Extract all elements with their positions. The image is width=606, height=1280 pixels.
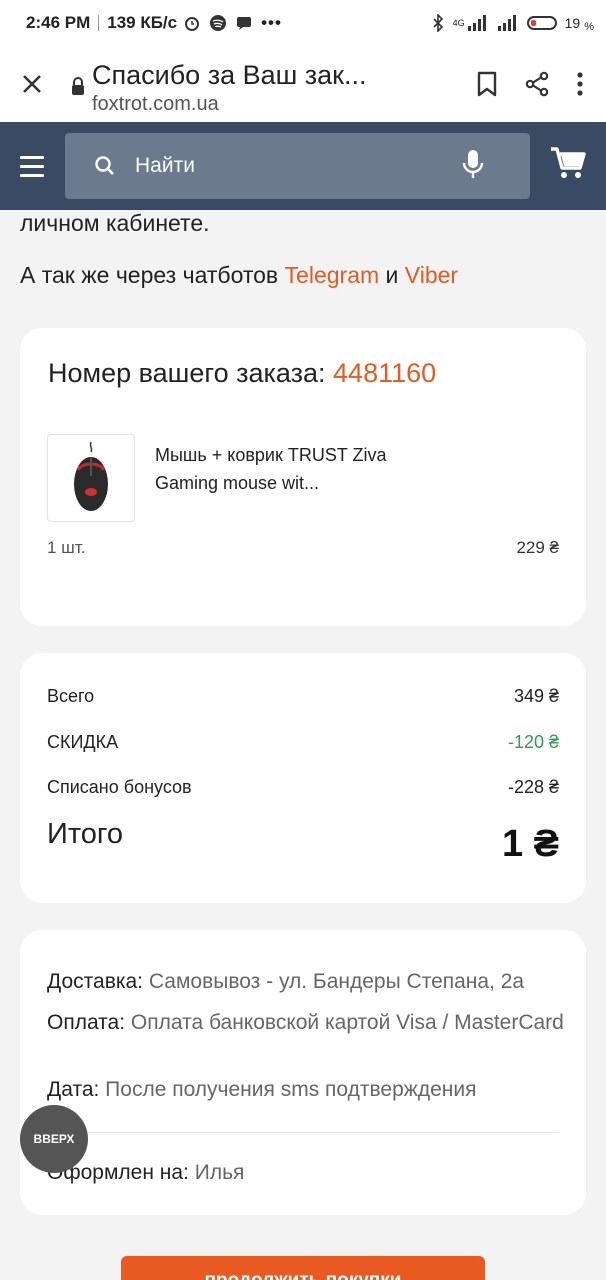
continue-shopping-button[interactable]: продолжить покупки xyxy=(121,1256,485,1280)
alarm-icon xyxy=(185,17,200,31)
bluetooth-icon xyxy=(433,14,443,32)
search-icon xyxy=(65,155,145,177)
scroll-top-button[interactable]: ВВЕРХ xyxy=(20,1105,88,1173)
status-bar: 2:46 PM 139 КБ/с ••• 4G 19 % xyxy=(0,0,606,46)
product-name[interactable]: Мышь + коврик TRUST Ziva Gaming mouse wi… xyxy=(155,441,415,497)
status-notification-icons: ••• xyxy=(183,13,282,33)
lock-icon xyxy=(64,58,92,96)
order-details-card: Доставка: Самовывоз - ул. Бандеры Степан… xyxy=(20,930,586,1215)
close-tab-button[interactable] xyxy=(0,46,64,122)
viber-link[interactable]: Viber xyxy=(405,262,458,288)
order-card: Номер вашего заказа: 4481160 Мышь + ковр… xyxy=(20,328,586,626)
grand-total-value: 1 ₴ xyxy=(501,823,559,865)
search-bar[interactable] xyxy=(65,133,530,199)
browser-url: foxtrot.com.ua xyxy=(92,93,219,115)
signal-icon-2 xyxy=(497,15,516,31)
menu-icon xyxy=(20,155,44,159)
payment-info: Оплата: Оплата банковской картой Visa / … xyxy=(47,1011,564,1034)
network-type: 4G xyxy=(452,18,465,28)
product-quantity: 1 шт. xyxy=(47,538,86,557)
battery-level: 19 xyxy=(564,15,581,31)
summary-row-total: Всего 349 ₴ xyxy=(47,686,559,706)
date-info: Дата: После получения sms подтверждения xyxy=(47,1078,477,1101)
intro-text: личном кабинете. А так же через чатботов… xyxy=(20,206,590,292)
summary-row-discount: СКИДКА -120 ₴ xyxy=(47,732,559,752)
status-speed: 139 КБ/с xyxy=(107,13,178,32)
site-header xyxy=(0,122,606,210)
status-right: 4G 19 % xyxy=(431,13,594,33)
intro-line-1: личном кабинете. xyxy=(20,210,210,236)
delivery-info: Доставка: Самовывоз - ул. Бандеры Степан… xyxy=(47,970,525,993)
share-icon[interactable] xyxy=(524,71,550,97)
message-icon xyxy=(237,17,252,30)
telegram-link[interactable]: Telegram xyxy=(285,262,380,288)
close-icon xyxy=(23,75,41,93)
order-number: 4481160 xyxy=(333,358,437,388)
status-left: 2:46 PM 139 КБ/с xyxy=(26,13,177,33)
menu-button[interactable] xyxy=(0,122,64,210)
status-time: 2:46 PM xyxy=(26,13,91,32)
more-menu-icon[interactable] xyxy=(576,71,584,97)
summary-row-bonus: Списано бонусов -228 ₴ xyxy=(47,777,559,797)
search-input[interactable] xyxy=(135,154,435,178)
product-price: 229 ₴ xyxy=(516,538,559,557)
status-separator xyxy=(98,15,100,31)
battery-icon xyxy=(526,16,557,30)
order-number-heading: Номер вашего заказа: 4481160 xyxy=(48,358,437,388)
browser-actions xyxy=(476,71,606,97)
intro-line-2: А так же через чатботов Telegram и Viber xyxy=(20,262,459,288)
spotify-icon xyxy=(210,15,227,31)
bookmark-icon[interactable] xyxy=(476,71,498,97)
owner-info: Оформлен на: Илья xyxy=(47,1161,245,1184)
cart-icon[interactable] xyxy=(550,146,586,180)
microphone-icon[interactable] xyxy=(462,149,484,181)
product-image[interactable] xyxy=(47,434,135,522)
divider xyxy=(47,1132,559,1133)
grand-total-label: Итого xyxy=(47,818,123,850)
browser-toolbar: Спасибо за Ваш зак... foxtrot.com.ua xyxy=(0,46,606,122)
signal-icon xyxy=(467,15,486,31)
more-notifications-icon: ••• xyxy=(261,13,282,32)
browser-page-title: Спасибо за Ваш зак... xyxy=(92,60,367,90)
page-title-area[interactable]: Спасибо за Ваш зак... foxtrot.com.ua xyxy=(64,52,476,116)
battery-unit: % xyxy=(584,21,594,33)
summary-card: Всего 349 ₴ СКИДКА -120 ₴ Списано бонусо… xyxy=(20,653,586,903)
